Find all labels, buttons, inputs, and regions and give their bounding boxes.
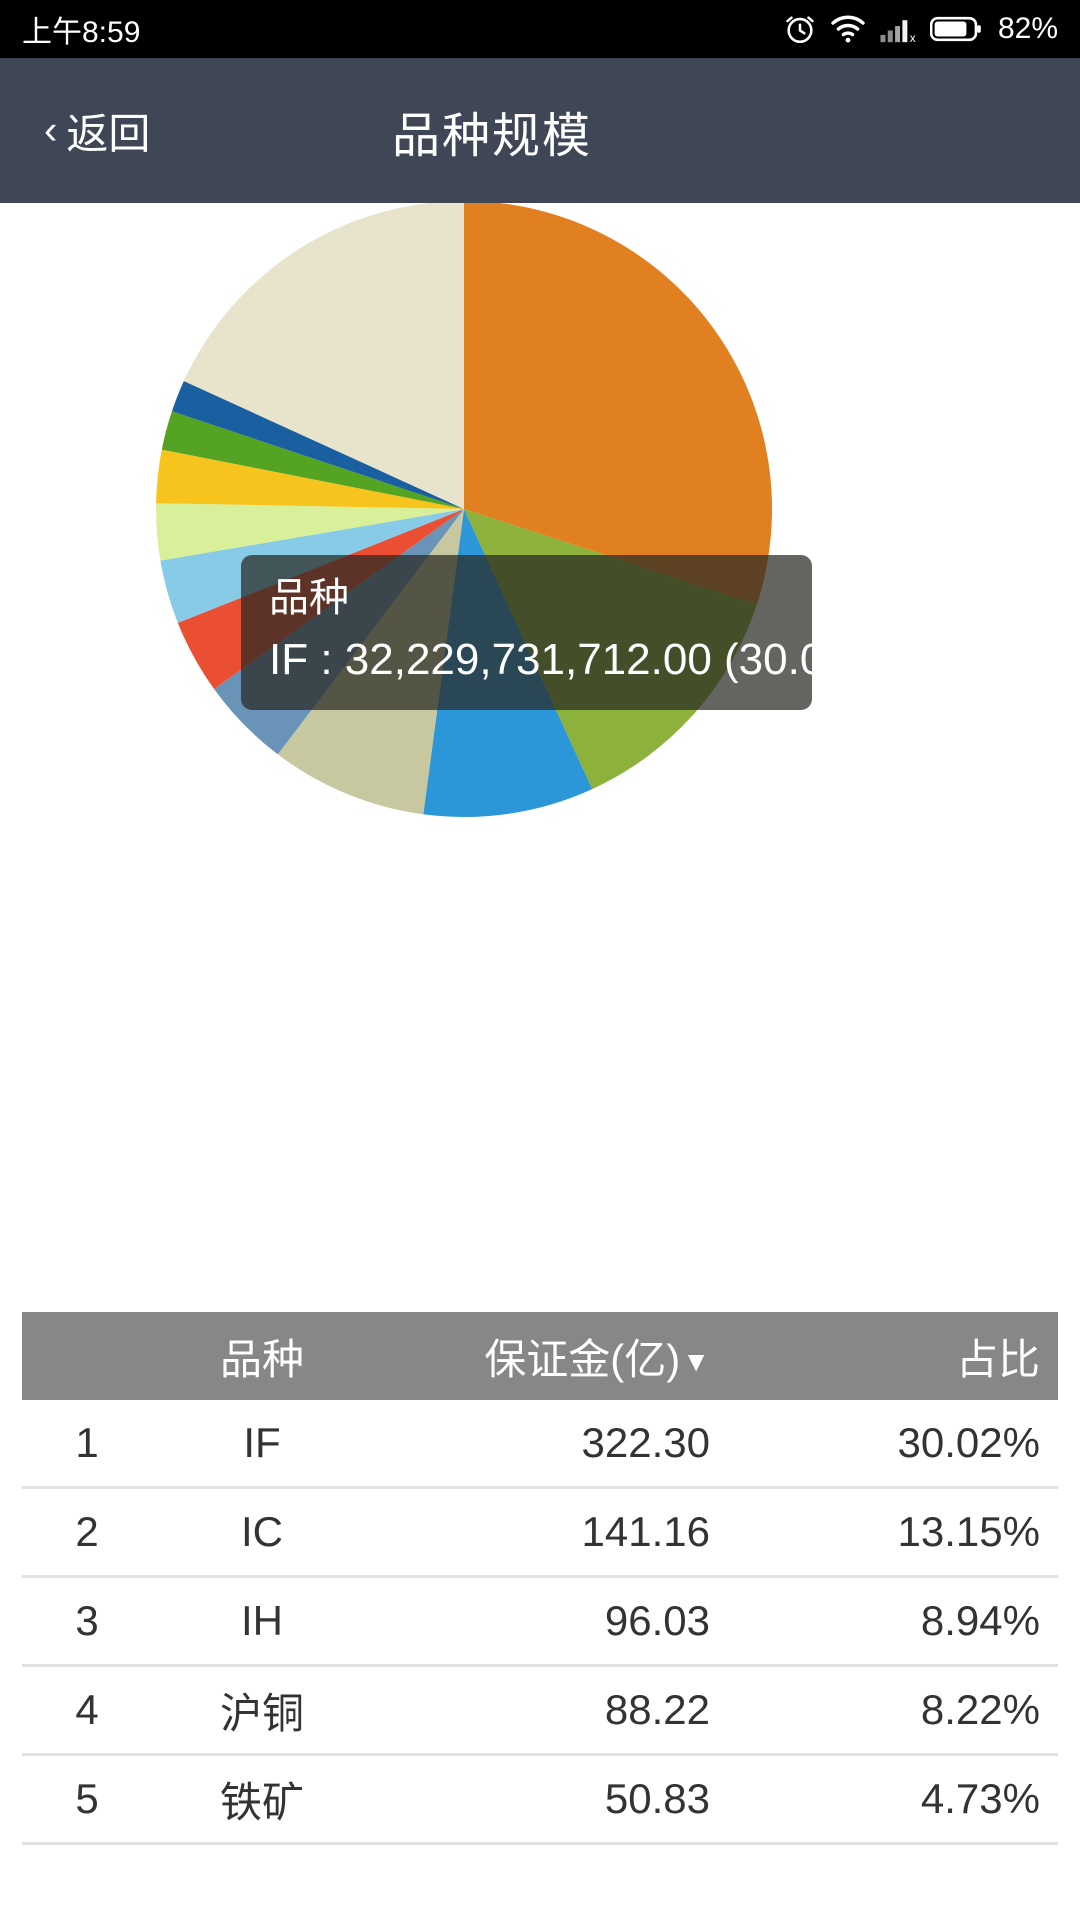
table-cell-value: 322.30 — [581, 1419, 710, 1466]
wifi-icon — [830, 14, 866, 44]
table-row[interactable]: 5 铁矿 50.83 4.73% — [22, 1756, 1058, 1845]
status-clock: 上午8:59 — [22, 16, 141, 49]
table-row[interactable]: 1 IF 322.30 30.02% — [22, 1400, 1058, 1489]
pie-chart-area[interactable]: 品种 IF : 32,229,731,712.00 (30.02%) IFICI… — [0, 200, 1080, 1457]
tooltip-title: 品种 — [269, 576, 349, 620]
alarm-icon — [783, 12, 817, 46]
table-row[interactable]: 3 IH 96.03 8.94% — [22, 1578, 1058, 1667]
pie-chart-svg[interactable] — [155, 200, 773, 818]
status-icon-group: x 82% — [783, 12, 1058, 46]
table-cell-name: 铁矿 — [219, 1778, 304, 1826]
chart-tooltip: 品种 IF : 32,229,731,712.00 (30.02%) — [241, 555, 903, 710]
table-cell-pct: 13.15% — [897, 1508, 1040, 1555]
table-cell-value: 50.83 — [604, 1775, 710, 1822]
table-cell-value: 96.03 — [604, 1597, 710, 1644]
table-cell-pct: 30.02% — [897, 1419, 1040, 1466]
signal-icon: x — [879, 14, 917, 44]
table-cell-index: 4 — [75, 1686, 99, 1733]
table-cell-index: 1 — [75, 1419, 99, 1466]
table-cell-name: IH — [241, 1597, 283, 1644]
tooltip-value: IF : 32,229,731,712.00 (30.02%) — [269, 635, 903, 684]
table-cell-index: 5 — [75, 1775, 99, 1822]
status-bar: 上午8:59 x 82% — [0, 0, 1080, 58]
table-cell-value: 88.22 — [604, 1686, 710, 1733]
table-body: 1 IF 322.30 30.02% 2 IC 141.16 13.15% 3 IH 96.03 8.… — [22, 1400, 1058, 1845]
table-cell-index: 2 — [75, 1508, 99, 1555]
battery-icon — [929, 14, 982, 44]
table-cell-name: IF — [243, 1419, 281, 1466]
table-cell-pct: 8.94% — [920, 1597, 1040, 1644]
table-header-value[interactable]: 保证金(亿)▼ — [372, 1326, 722, 1387]
table-cell-pct: 8.22% — [920, 1686, 1040, 1733]
table-cell-name: IC — [241, 1508, 283, 1555]
table-header-name[interactable]: 品种 — [152, 1326, 372, 1387]
sort-descending-icon[interactable]: ▼ — [682, 1346, 710, 1377]
table-cell-value: 141.16 — [581, 1508, 710, 1555]
table-header-value-label: 保证金(亿) — [484, 1335, 681, 1383]
table-header-row: 品种 保证金(亿)▼ 占比 — [22, 1312, 1058, 1400]
table-cell-name: 沪铜 — [219, 1689, 304, 1737]
page-title: 品种规模 — [391, 109, 592, 163]
battery-percent: 82% — [997, 12, 1058, 45]
table-cell-index: 3 — [75, 1597, 99, 1644]
table-cell-pct: 4.73% — [920, 1775, 1040, 1822]
table-header-pct[interactable]: 占比 — [722, 1326, 1058, 1387]
table-row[interactable]: 4 沪铜 88.22 8.22% — [22, 1667, 1058, 1756]
pie-chart[interactable] — [155, 200, 773, 818]
svg-text:x: x — [910, 32, 916, 44]
breakdown-table: 品种 保证金(亿)▼ 占比 1 IF 322.30 30.02% 2 IC 141.16 13… — [22, 1312, 1058, 1845]
nav-bar: ‹ 返回 品种规模 — [0, 58, 1080, 203]
table-row[interactable]: 2 IC 141.16 13.15% — [22, 1489, 1058, 1578]
